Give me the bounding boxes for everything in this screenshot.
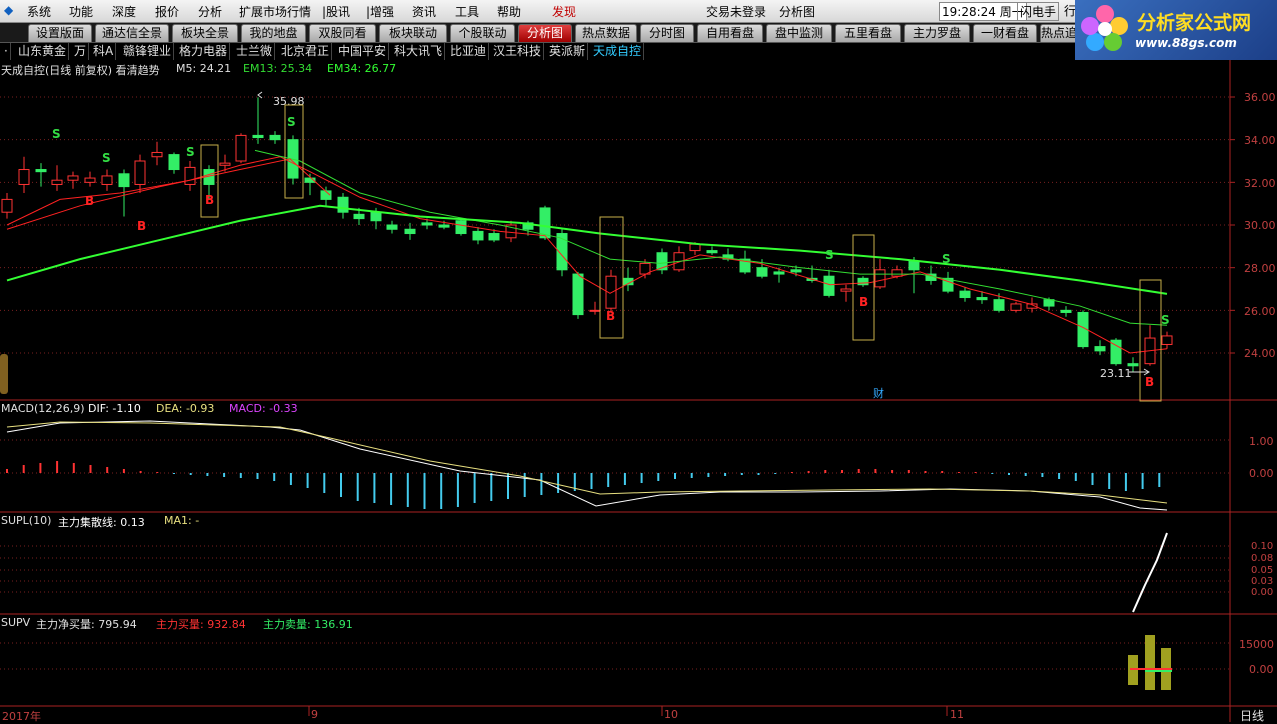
candle-body (472, 230, 484, 241)
candle-body (18, 169, 30, 185)
candle-body (572, 273, 584, 316)
sell-signal: S (825, 248, 834, 262)
candle-body (1060, 309, 1072, 313)
candle-body (219, 162, 231, 166)
candle-body (1127, 363, 1139, 367)
candle-body (35, 169, 47, 173)
candle-body (959, 290, 971, 299)
candle-body (857, 277, 869, 286)
candle-body (168, 154, 180, 171)
candle-body (773, 271, 785, 275)
candle-body (488, 233, 500, 241)
candle-body (404, 228, 416, 235)
sell-signal: S (942, 252, 951, 266)
supl-line (1132, 532, 1168, 613)
candle-body (235, 134, 247, 162)
candle-body (1094, 346, 1106, 352)
dea-line (6, 421, 1168, 504)
sidebar-toggle (0, 354, 8, 394)
candle-body (51, 179, 63, 185)
candle-body (118, 173, 130, 188)
candle-body (353, 213, 365, 220)
buy-signal: B (85, 194, 94, 208)
em13-line (254, 149, 1168, 326)
buy-signal: B (1145, 375, 1154, 389)
candle-body (706, 250, 718, 254)
candle-body (823, 275, 835, 296)
candle-body (386, 224, 398, 230)
supv-bar (1145, 635, 1155, 690)
candle-body (421, 222, 433, 226)
candle-body (101, 175, 113, 185)
candle-body (151, 151, 163, 158)
sell-signal: S (287, 115, 296, 129)
candle-body (689, 243, 701, 252)
candle-body (589, 309, 601, 312)
candle-body (840, 288, 852, 292)
candle-body (1, 198, 13, 213)
buy-signal: B (205, 193, 214, 207)
candle-body (756, 267, 768, 277)
sell-signal: S (1161, 313, 1170, 327)
high-marker (257, 91, 263, 99)
candle-body (84, 177, 96, 183)
kline-chart[interactable]: S S S S S S S B B B B B B (0, 0, 1277, 722)
candle-body (656, 252, 668, 271)
sell-signal: S (52, 127, 61, 141)
buy-signal: B (606, 309, 615, 323)
candle-body (976, 297, 988, 301)
sell-signal: S (186, 145, 195, 159)
candle-body (790, 269, 802, 273)
candle-body (1161, 335, 1173, 345)
candle-body (874, 269, 886, 288)
candle-body (67, 175, 79, 181)
candle-body (908, 260, 920, 271)
buy-signal: B (137, 219, 146, 233)
candle-body (438, 224, 450, 228)
sell-signal: S (102, 151, 111, 165)
m5-line (6, 156, 1168, 354)
candle-body (1010, 303, 1022, 311)
buy-signal: B (859, 295, 868, 309)
candle-body (539, 207, 551, 239)
candle-body (337, 196, 349, 213)
candle-body (455, 220, 467, 235)
candle-body (891, 269, 903, 277)
signal-frame (852, 234, 875, 341)
candle-body (134, 160, 146, 185)
candle-body (184, 166, 196, 185)
candle-body (993, 299, 1005, 311)
candle-body (370, 211, 382, 222)
dif-line (6, 420, 1168, 511)
candle-body (269, 134, 281, 141)
candle-body (252, 134, 264, 139)
